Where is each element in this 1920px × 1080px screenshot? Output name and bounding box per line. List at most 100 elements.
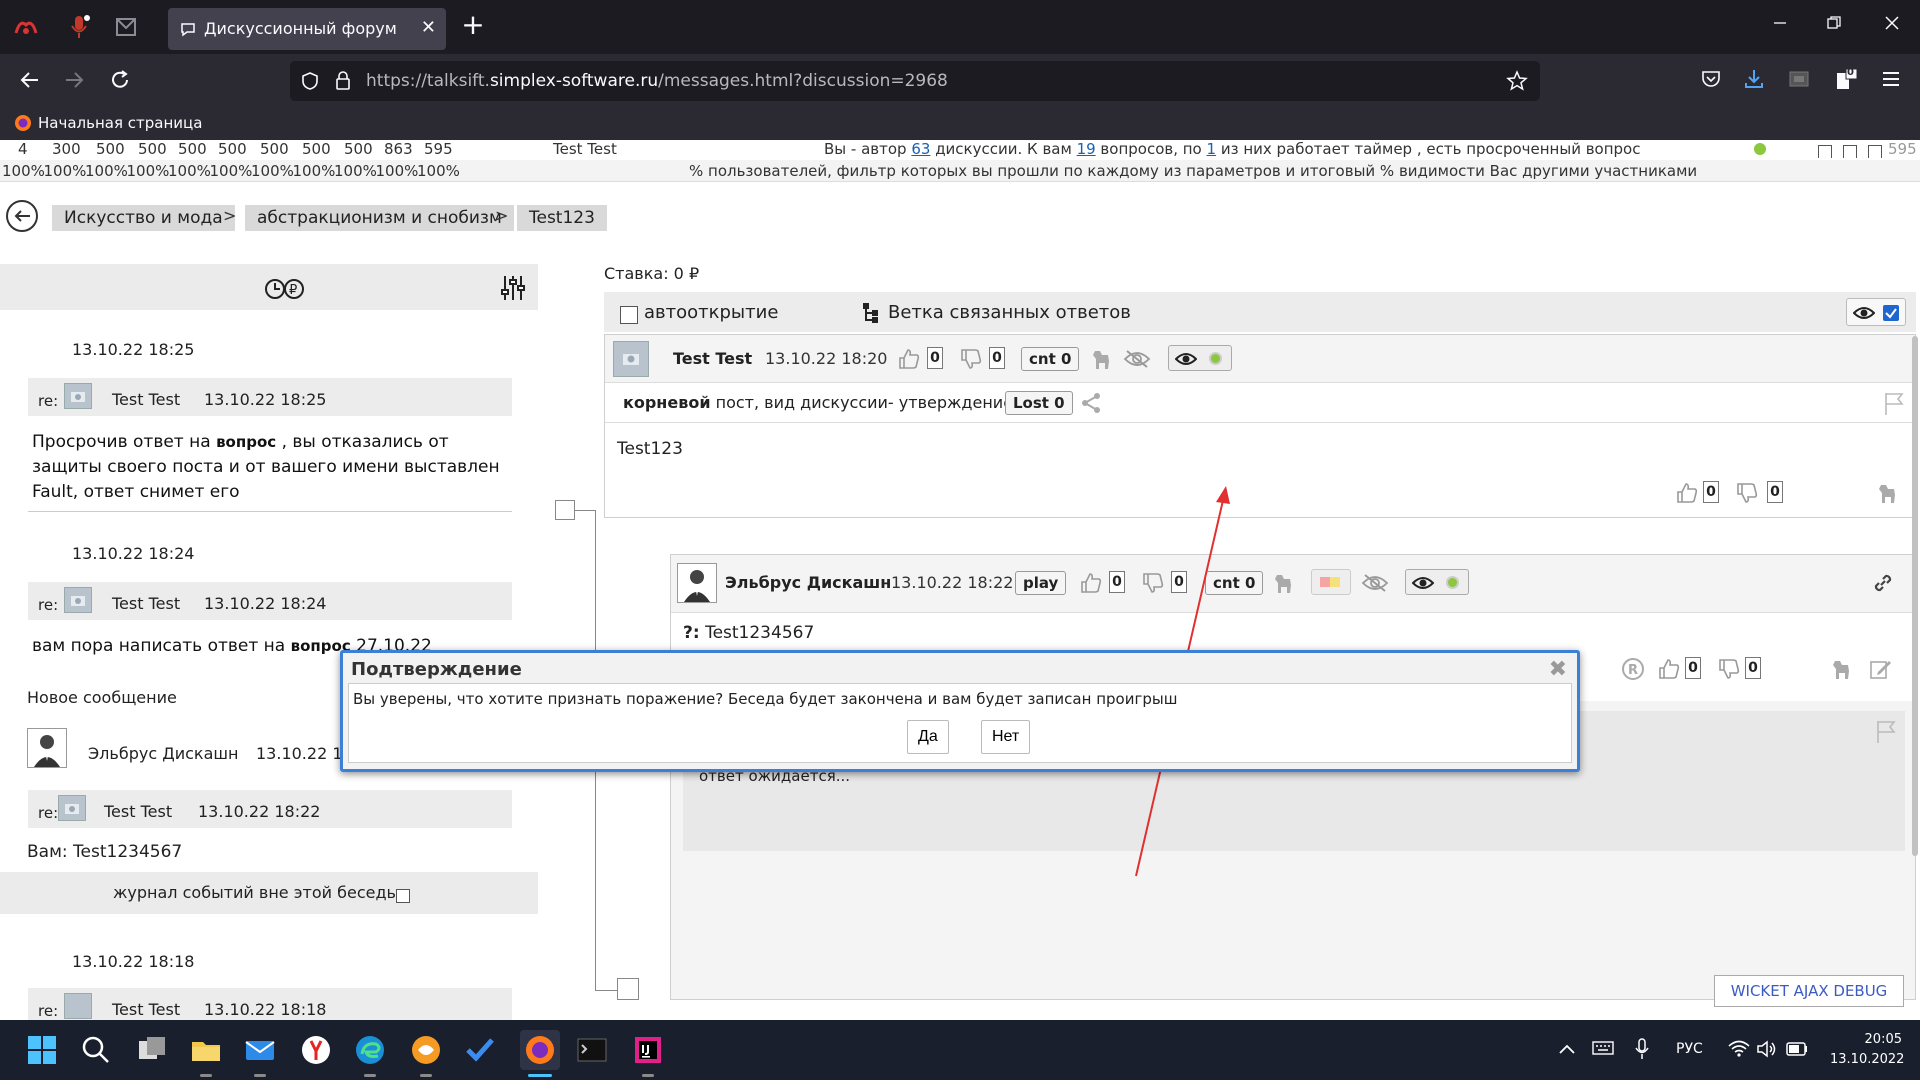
tab-close-icon[interactable]: ✕ [421, 17, 436, 38]
restore-button[interactable] [1826, 15, 1842, 31]
color-tags-icon[interactable] [1311, 569, 1351, 595]
orange-app-icon[interactable] [410, 1034, 442, 1066]
share-icon[interactable] [1079, 391, 1103, 415]
page-scrollbar[interactable] [1912, 336, 1918, 856]
thumbs-down-icon[interactable] [1735, 481, 1759, 505]
breadcrumb-subcategory[interactable]: абстракционизм и снобизм [245, 205, 514, 231]
wifi-icon[interactable] [1728, 1040, 1750, 1058]
keyboard-icon[interactable] [1592, 1040, 1614, 1056]
tree-branch-icon[interactable] [862, 302, 880, 324]
lost-badge[interactable]: Lost 0 [1005, 391, 1073, 415]
file-explorer-icon[interactable] [190, 1034, 222, 1066]
event-reply-header[interactable]: re: Test Test 13.10.22 18:22 [28, 790, 512, 828]
edit-icon[interactable] [1869, 657, 1893, 681]
url-text[interactable]: https://talksift.simplex-software.ru/mes… [366, 71, 948, 91]
event-reply-header[interactable]: re: Test Test 13.10.22 18:18 [28, 988, 512, 1020]
filter-sliders-icon[interactable] [500, 274, 526, 302]
firefox-taskbar-icon[interactable] [520, 1030, 560, 1070]
forward-arrow-icon[interactable] [62, 68, 86, 92]
dog-icon[interactable] [1273, 571, 1295, 595]
question-link[interactable]: вопрос [216, 433, 276, 451]
cnt-badge[interactable]: cnt 0 [1021, 347, 1080, 371]
downloads-icon[interactable] [1743, 68, 1765, 90]
yandex-browser-icon[interactable] [300, 1034, 332, 1066]
dog-icon[interactable] [1091, 347, 1113, 371]
questions-link[interactable]: 19 [1077, 140, 1096, 158]
journal-checkbox[interactable] [396, 885, 410, 904]
mail-icon[interactable] [244, 1034, 276, 1066]
clock[interactable]: 20:05 13.10.2022 [1830, 1030, 1904, 1070]
thumbs-up-icon[interactable] [897, 347, 921, 371]
event-reply-header[interactable]: re: Test Test 13.10.22 18:25 [28, 378, 512, 416]
microphone-extension-icon[interactable] [66, 13, 94, 41]
visibility-checkbox[interactable] [1883, 305, 1899, 321]
intellij-icon[interactable] [632, 1034, 664, 1066]
show-hidden-icons-chevron-icon[interactable] [1558, 1042, 1576, 1056]
post-author[interactable]: Эльбрус Дискашн [725, 573, 891, 592]
thumbs-up-icon[interactable] [1657, 657, 1681, 681]
lock-icon[interactable] [334, 71, 352, 91]
back-arrow-icon[interactable] [18, 68, 42, 92]
post-author[interactable]: Test Test [673, 349, 752, 368]
mail-extension-icon[interactable] [112, 13, 140, 41]
hidden-eye-icon[interactable] [1123, 349, 1151, 369]
terminal-icon[interactable] [576, 1034, 608, 1066]
bookmark-home[interactable]: Начальная страница [14, 114, 202, 132]
yes-button[interactable]: Да [907, 720, 949, 754]
no-button[interactable]: Нет [981, 720, 1031, 754]
close-window-button[interactable] [1884, 15, 1900, 31]
dog-icon[interactable] [1877, 481, 1899, 505]
start-windows-icon[interactable] [26, 1034, 58, 1066]
thumbs-up-icon[interactable] [1675, 481, 1699, 505]
edge-icon[interactable] [354, 1034, 386, 1066]
timer-link[interactable]: 1 [1207, 140, 1217, 158]
visibility-status[interactable] [1405, 569, 1469, 595]
tree-collapse-box[interactable] [555, 500, 575, 520]
discussions-link[interactable]: 63 [911, 140, 930, 158]
todo-check-icon[interactable] [464, 1034, 496, 1066]
new-tab-button[interactable]: + [458, 11, 488, 39]
flag-icon[interactable] [1875, 719, 1897, 745]
microphone-icon[interactable] [1634, 1038, 1650, 1060]
address-bar[interactable]: https://talksift.simplex-software.ru/mes… [290, 61, 1540, 101]
breadcrumb-category[interactable]: Искусство и мода [52, 205, 235, 231]
shield-icon[interactable] [300, 71, 320, 91]
volume-icon[interactable] [1756, 1040, 1778, 1058]
language-indicator[interactable]: РУС [1676, 1041, 1703, 1057]
stats-checkbox-1[interactable] [1818, 142, 1832, 158]
menu-hamburger-icon[interactable] [1880, 68, 1902, 90]
user-avatar[interactable] [27, 728, 67, 768]
task-view-icon[interactable] [136, 1034, 168, 1066]
dialog-close-icon[interactable]: ✖ [1549, 657, 1567, 682]
stats-checkbox-3[interactable] [1868, 142, 1882, 158]
link-chain-icon[interactable] [1871, 571, 1895, 595]
search-icon[interactable] [80, 1034, 112, 1066]
thumbs-down-icon[interactable] [959, 347, 983, 371]
play-button[interactable]: play [1015, 571, 1067, 595]
visibility-status[interactable] [1168, 345, 1232, 371]
user-avatar[interactable] [677, 563, 717, 603]
hidden-eye-icon[interactable] [1361, 573, 1389, 593]
battery-icon[interactable] [1786, 1042, 1808, 1056]
tree-collapse-box[interactable] [617, 978, 639, 1000]
registered-icon[interactable]: R [1621, 657, 1645, 681]
tab-discussion-forum[interactable]: Дискуссионный форум ✕ [168, 8, 446, 50]
extension-icon[interactable] [12, 13, 40, 41]
autoopen-checkbox[interactable] [620, 304, 638, 324]
back-button[interactable] [6, 200, 38, 232]
thumbs-down-icon[interactable] [1717, 657, 1741, 681]
stats-checkbox-2[interactable] [1843, 142, 1857, 158]
bookmark-star-icon[interactable] [1506, 70, 1528, 92]
minimize-button[interactable] [1772, 15, 1788, 31]
screenshot-extension-icon[interactable] [1788, 68, 1810, 90]
thumbs-up-icon[interactable] [1079, 571, 1103, 595]
wicket-ajax-debug-button[interactable]: WICKET AJAX DEBUG [1714, 975, 1904, 1007]
visibility-toggle[interactable] [1846, 298, 1906, 326]
breadcrumb-discussion[interactable]: Test123 [517, 205, 607, 231]
pocket-icon[interactable] [1700, 68, 1722, 90]
flag-icon[interactable] [1883, 391, 1905, 417]
history-clock-icon[interactable]: ₽ [264, 276, 306, 302]
dog-icon[interactable] [1831, 657, 1853, 681]
event-reply-header[interactable]: re: Test Test 13.10.22 18:24 [28, 582, 512, 620]
extension-badge-icon[interactable]: 0 [1834, 67, 1858, 92]
